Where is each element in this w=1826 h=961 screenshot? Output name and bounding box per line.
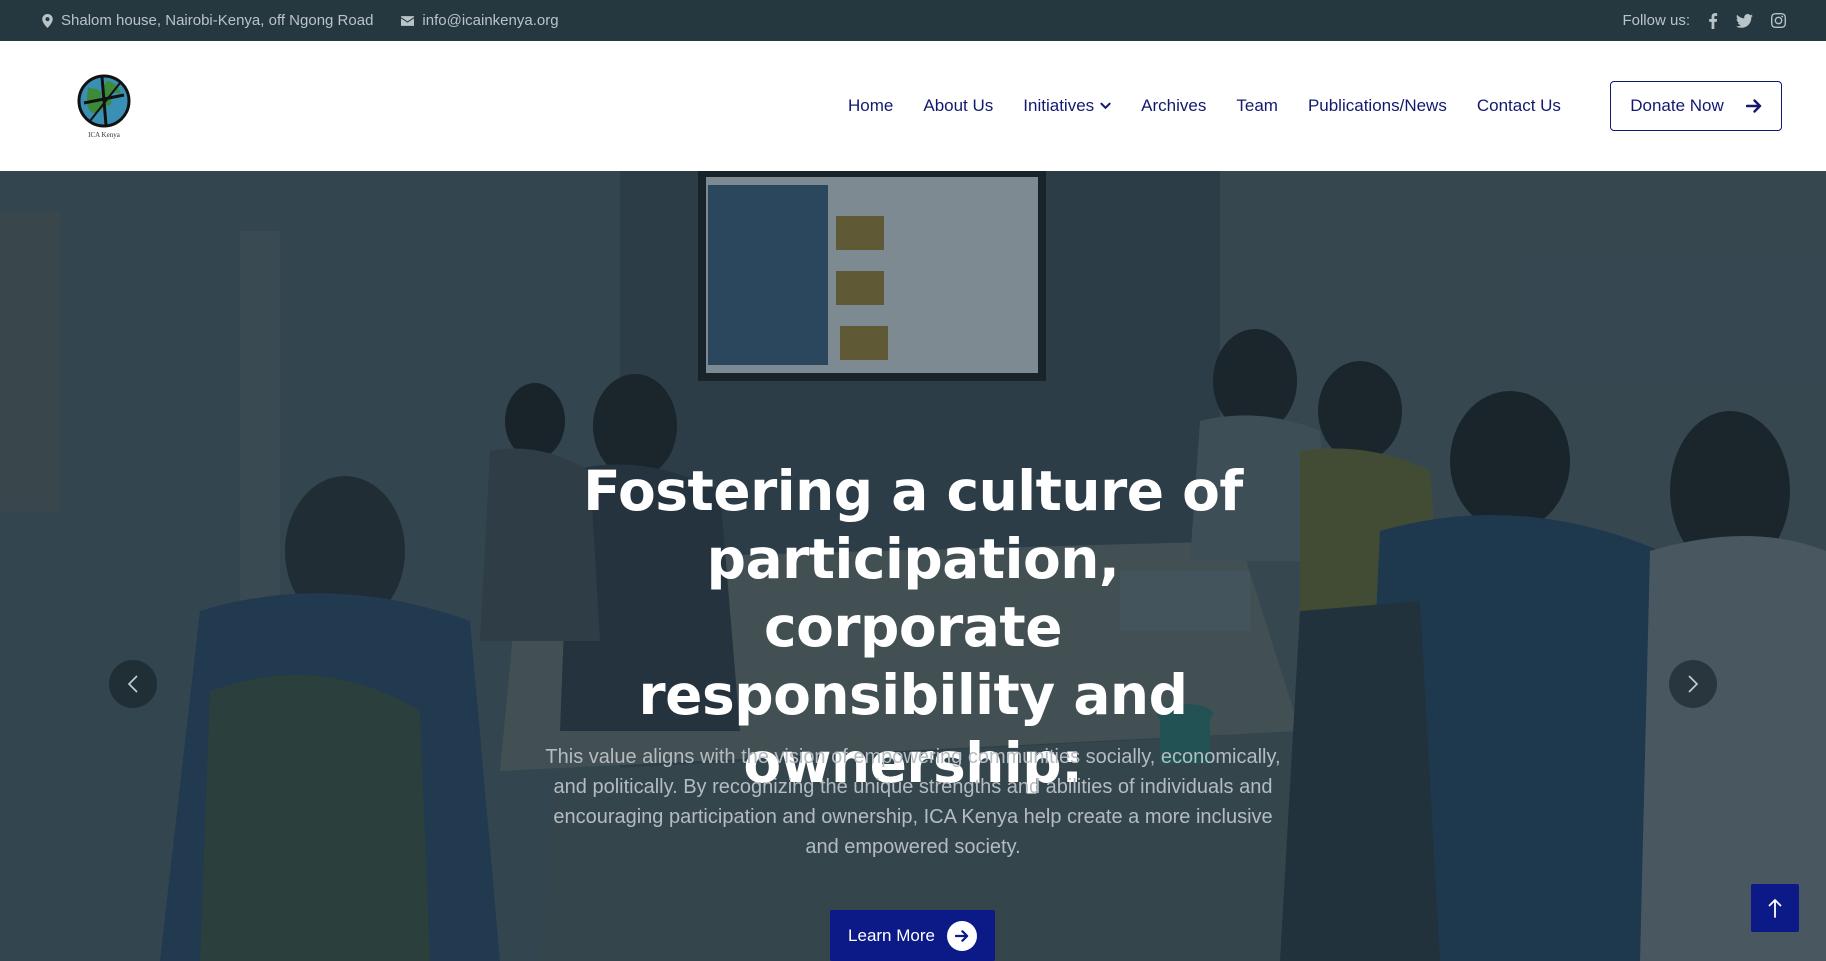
nav-about-us[interactable]: About Us — [923, 96, 993, 116]
chevron-down-icon — [1100, 102, 1111, 110]
learn-more-label: Learn More — [848, 925, 935, 945]
instagram-icon[interactable] — [1771, 13, 1786, 28]
envelope-icon — [401, 15, 415, 26]
twitter-icon[interactable] — [1736, 13, 1753, 28]
arrow-right-icon — [1745, 99, 1761, 113]
chevron-right-icon — [1688, 675, 1699, 693]
nav-home[interactable]: Home — [848, 96, 893, 116]
email-link[interactable]: info@icainkenya.org — [422, 12, 558, 29]
nav-publications[interactable]: Publications/News — [1308, 96, 1447, 116]
slider-prev-button[interactable] — [109, 660, 157, 708]
social-links: Follow us: — [1622, 0, 1786, 41]
back-to-top-button[interactable] — [1751, 884, 1799, 932]
site-header: ICA Kenya Home About Us Initiatives Arch… — [0, 41, 1826, 171]
email-item[interactable]: info@icainkenya.org — [401, 12, 559, 29]
site-logo[interactable]: ICA Kenya — [74, 73, 134, 141]
hero-description: This value aligns with the vision of emp… — [545, 746, 1281, 858]
map-pin-icon — [42, 13, 53, 28]
top-bar: Shalom house, Nairobi-Kenya, off Ngong R… — [0, 0, 1826, 41]
arrow-up-icon — [1768, 899, 1782, 918]
nav-team[interactable]: Team — [1236, 96, 1278, 116]
hero-slider: Fostering a culture of participation, co… — [0, 171, 1826, 961]
address-item: Shalom house, Nairobi-Kenya, off Ngong R… — [42, 12, 373, 29]
facebook-icon[interactable] — [1708, 12, 1718, 29]
nav-contact-us[interactable]: Contact Us — [1477, 96, 1561, 116]
slider-next-button[interactable] — [1669, 660, 1717, 708]
globe-logo-icon — [77, 74, 131, 128]
learn-more-button[interactable]: Learn More — [830, 910, 995, 961]
address-text: Shalom house, Nairobi-Kenya, off Ngong R… — [61, 12, 374, 29]
contact-info: Shalom house, Nairobi-Kenya, off Ngong R… — [42, 0, 559, 41]
nav-initiatives[interactable]: Initiatives — [1023, 96, 1111, 116]
donate-button[interactable]: Donate Now — [1610, 81, 1782, 131]
main-nav: Home About Us Initiatives Archives Team … — [848, 41, 1561, 171]
nav-initiatives-label: Initiatives — [1023, 96, 1095, 115]
arrow-right-icon — [954, 929, 969, 942]
logo-caption: ICA Kenya — [88, 131, 120, 139]
nav-archives[interactable]: Archives — [1141, 96, 1206, 116]
arrow-circle-icon — [946, 920, 977, 951]
follow-label: Follow us: — [1622, 12, 1690, 29]
chevron-left-icon — [127, 675, 138, 693]
donate-label: Donate Now — [1630, 96, 1724, 115]
